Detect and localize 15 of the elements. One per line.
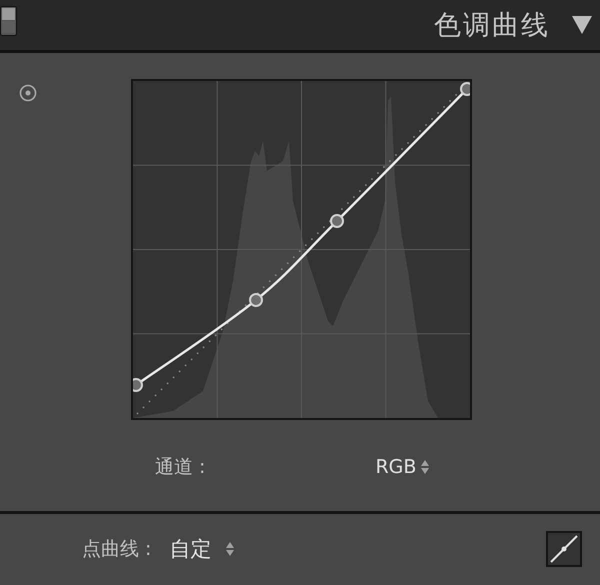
curve-point-handle[interactable] [131,378,143,392]
point-curve-dropdown[interactable]: 自定 [169,535,236,563]
channel-dropdown[interactable]: RGB [375,456,430,478]
panel-title: 色调曲线 [434,9,550,43]
up-down-arrows-icon [225,541,236,557]
target-adjustment-icon[interactable] [18,83,38,103]
curve-point-handle[interactable] [330,214,344,228]
channel-label: 通道 : [155,455,206,480]
point-curve-label: 点曲线 : [82,537,152,562]
up-down-arrows-icon [420,459,430,475]
curve-point-handle[interactable] [249,293,263,307]
curve-point-handle[interactable] [460,82,472,96]
parametric-curve-button[interactable] [546,531,582,567]
panel-toggle-icon[interactable] [0,6,17,36]
collapse-triangle-icon[interactable] [572,16,592,34]
